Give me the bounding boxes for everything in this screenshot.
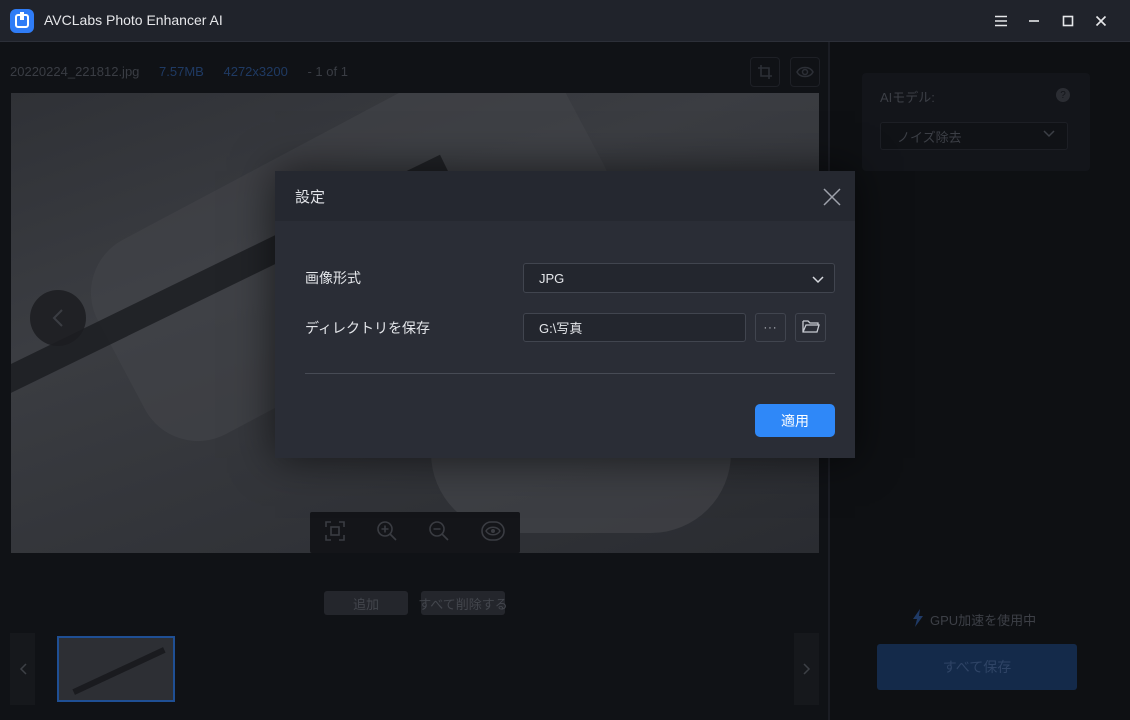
fit-screen-icon[interactable] [325, 521, 346, 544]
ai-model-value: ノイズ除去 [897, 129, 962, 145]
zoom-in-icon[interactable] [376, 520, 398, 545]
close-window-icon[interactable] [1088, 8, 1114, 34]
chevron-down-icon [812, 272, 824, 287]
more-icon: ··· [763, 321, 778, 334]
help-icon[interactable]: ? [1056, 88, 1070, 102]
file-name: 20220224_221812.jpg [10, 64, 140, 79]
apply-button[interactable]: 適用 [755, 404, 835, 437]
preview-eye-icon[interactable] [790, 57, 820, 87]
browse-button[interactable]: ··· [755, 313, 786, 342]
thumbnail-next-button[interactable] [794, 633, 819, 705]
settings-dialog: 設定 画像形式 JPG ディレクトリを保存 G:\写真 ··· 適用 [275, 171, 855, 458]
delete-all-button[interactable]: すべて削除する [418, 591, 508, 615]
file-size: 7.57MB [159, 64, 204, 79]
minimize-icon[interactable] [1021, 8, 1047, 34]
previous-image-button[interactable] [30, 290, 86, 346]
gpu-status: GPU加速を使用中 [912, 609, 1036, 630]
lightning-icon [912, 609, 924, 630]
ai-model-select[interactable]: ノイズ除去 [880, 122, 1068, 150]
directory-value: G:\写真 [539, 321, 583, 336]
add-button[interactable]: 追加 [324, 591, 408, 615]
dialog-divider [305, 373, 835, 374]
zoom-out-icon[interactable] [428, 520, 450, 545]
chevron-down-icon [1043, 129, 1055, 141]
file-resolution: 4272x3200 [223, 64, 288, 79]
app-logo-icon [10, 9, 34, 33]
file-counter: - 1 of 1 [307, 64, 348, 79]
app-title: AVCLabs Photo Enhancer AI [44, 12, 223, 28]
thumbnail-item[interactable] [57, 636, 175, 702]
open-folder-button[interactable] [795, 313, 826, 342]
dialog-header [275, 171, 855, 221]
save-all-button[interactable]: すべて保存 [877, 644, 1077, 690]
folder-icon [801, 319, 820, 336]
file-info: 20220224_221812.jpg 7.57MB 4272x3200 - 1… [10, 64, 364, 79]
format-value: JPG [539, 270, 565, 286]
format-label: 画像形式 [305, 270, 361, 286]
dialog-title: 設定 [295, 189, 326, 206]
format-select[interactable]: JPG [523, 263, 835, 293]
crop-icon[interactable] [750, 57, 780, 87]
compare-eye-icon[interactable] [480, 521, 505, 544]
maximize-icon[interactable] [1055, 8, 1081, 34]
menu-icon[interactable] [988, 8, 1014, 34]
directory-input[interactable]: G:\写真 [523, 313, 746, 342]
directory-label: ディレクトリを保存 [305, 320, 431, 336]
ai-model-label: AIモデル: [880, 90, 935, 105]
zoom-toolbar [310, 512, 520, 553]
thumbnail-prev-button[interactable] [10, 633, 35, 705]
gpu-status-text: GPU加速を使用中 [930, 613, 1037, 628]
close-icon[interactable] [821, 186, 843, 208]
